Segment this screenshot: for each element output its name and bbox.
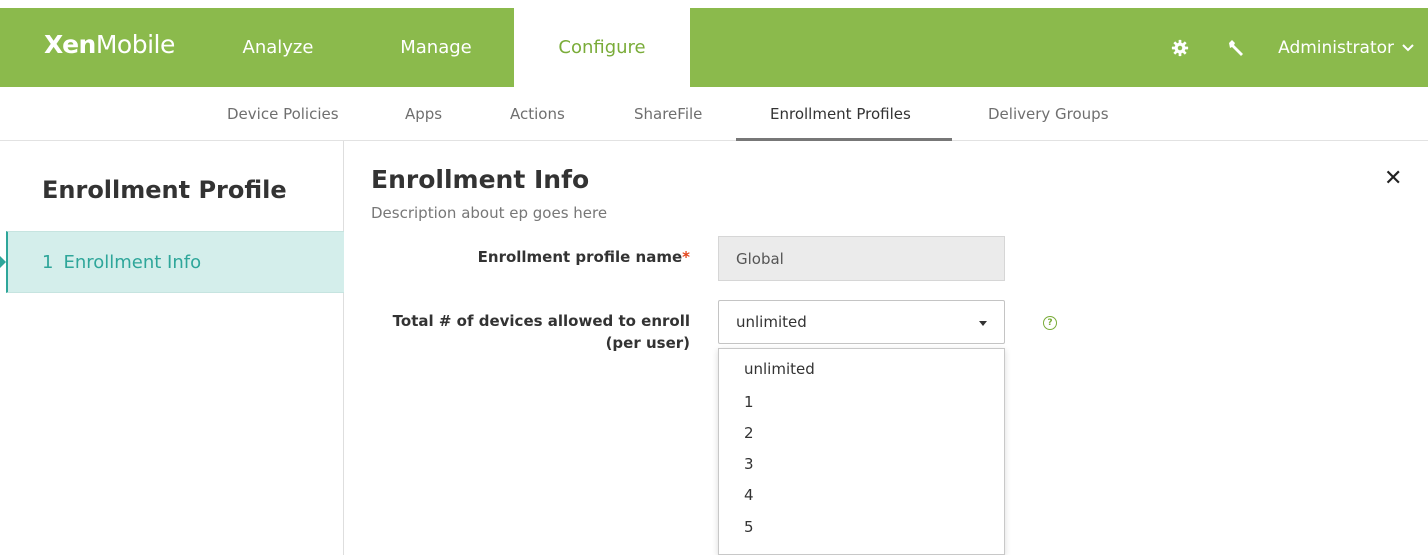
close-icon[interactable]: ✕	[1384, 166, 1402, 191]
subnav-delivery-groups[interactable]: Delivery Groups	[988, 87, 1109, 141]
devices-allowed-dropdown: unlimited 1 2 3 4 5	[718, 348, 1005, 555]
dropdown-option-unlimited[interactable]: unlimited	[744, 360, 815, 378]
wrench-svg	[1229, 39, 1244, 56]
page-description: Description about ep goes here	[371, 204, 608, 222]
wrench-icon[interactable]	[1224, 36, 1248, 60]
top-right-actions: Administrator	[1168, 8, 1428, 87]
steps-sidebar: Enrollment Profile 1 Enrollment Info	[0, 141, 344, 555]
subnav-actions[interactable]: Actions	[510, 87, 565, 141]
devices-allowed-label: Total # of devices allowed to enroll (pe…	[393, 310, 690, 354]
sub-navigation: Device Policies Apps Actions ShareFile E…	[0, 87, 1428, 141]
dropdown-option-1[interactable]: 1	[744, 393, 754, 411]
devices-allowed-label-line1: Total # of devices allowed to enroll	[392, 312, 690, 330]
subnav-label: Enrollment Profiles	[770, 105, 911, 123]
caret-down-icon	[979, 321, 987, 326]
logo-light-text: Mobile	[95, 30, 176, 59]
tab-analyze[interactable]: Analyze	[213, 8, 343, 87]
tab-configure-label: Configure	[558, 37, 646, 58]
dropdown-option-4[interactable]: 4	[744, 486, 754, 504]
chevron-down-icon	[1402, 43, 1414, 51]
tab-manage[interactable]: Manage	[371, 8, 501, 87]
help-icon[interactable]: ?	[1043, 316, 1057, 330]
devices-allowed-label-line2: (per user)	[605, 334, 690, 352]
tab-manage-label: Manage	[400, 37, 472, 58]
subnav-apps[interactable]: Apps	[405, 87, 442, 141]
logo-bold-text: Xen	[44, 30, 96, 59]
top-strip	[0, 0, 1428, 8]
sidebar-title: Enrollment Profile	[42, 176, 287, 204]
subnav-label: Actions	[510, 105, 565, 123]
subnav-device-policies[interactable]: Device Policies	[227, 87, 339, 141]
devices-allowed-select[interactable]: unlimited	[718, 300, 1005, 344]
step-active-indicator	[0, 256, 6, 268]
enrollment-profile-name-input[interactable]: Global	[718, 236, 1005, 281]
subnav-sharefile[interactable]: ShareFile	[634, 87, 702, 141]
tab-configure[interactable]: Configure	[514, 8, 690, 87]
subnav-label: Delivery Groups	[988, 105, 1109, 123]
dropdown-option-2[interactable]: 2	[744, 424, 754, 442]
step-number: 1	[42, 251, 54, 273]
active-subnav-indicator	[736, 138, 952, 141]
profile-name-label-text: Enrollment profile name	[477, 248, 683, 266]
dropdown-option-3[interactable]: 3	[744, 455, 754, 473]
subnav-label: Device Policies	[227, 105, 339, 123]
gear-svg	[1172, 39, 1189, 56]
step-label: Enrollment Info	[63, 251, 202, 273]
subnav-label: ShareFile	[634, 105, 703, 123]
devices-allowed-selected-value: unlimited	[736, 313, 807, 331]
user-menu[interactable]: Administrator	[1278, 38, 1414, 58]
profile-name-label: Enrollment profile name*	[478, 246, 690, 268]
subnav-enrollment-profiles[interactable]: Enrollment Profiles	[770, 87, 911, 141]
tab-analyze-label: Analyze	[242, 37, 314, 58]
user-name: Administrator	[1278, 37, 1394, 58]
gear-icon[interactable]	[1168, 36, 1192, 60]
required-mark: *	[682, 248, 690, 266]
dropdown-option-5[interactable]: 5	[744, 518, 754, 536]
step-enrollment-info[interactable]: 1 Enrollment Info	[0, 231, 344, 293]
profile-name-value: Global	[736, 249, 784, 268]
subnav-label: Apps	[405, 105, 443, 123]
xenmobile-logo[interactable]: XenMobile	[44, 30, 175, 59]
page-title: Enrollment Info	[371, 165, 590, 194]
